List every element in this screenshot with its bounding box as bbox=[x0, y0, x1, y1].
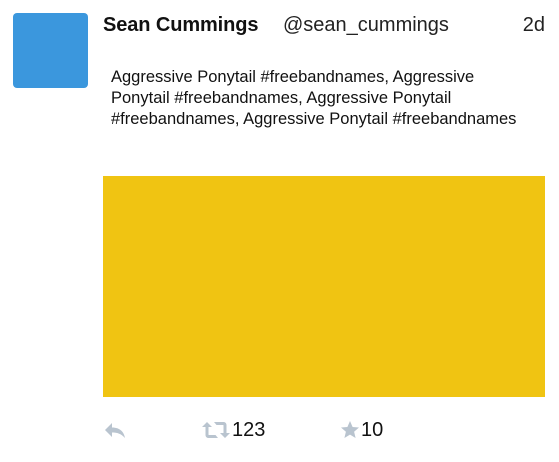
retweet-button[interactable]: 123 bbox=[201, 415, 265, 445]
star-icon bbox=[340, 420, 360, 440]
tweet-text: Aggressive Ponytail #freebandnames, Aggr… bbox=[111, 68, 517, 128]
retweet-count: 123 bbox=[232, 418, 266, 441]
author-handle[interactable]: @sean_cummings bbox=[283, 14, 449, 37]
tweet-card: Sean Cummings @sean_cummings 2d Aggressi… bbox=[0, 0, 559, 462]
avatar[interactable] bbox=[13, 13, 88, 88]
tweet-timestamp[interactable]: 2d bbox=[523, 14, 545, 37]
tweet-media[interactable] bbox=[103, 176, 545, 397]
tweet-actions: 123 10 bbox=[103, 415, 545, 445]
reply-icon bbox=[103, 420, 127, 440]
favorite-count: 10 bbox=[361, 418, 384, 441]
favorite-button[interactable]: 10 bbox=[340, 415, 383, 445]
tweet-header: Sean Cummings @sean_cummings 2d bbox=[103, 13, 545, 41]
retweet-icon bbox=[201, 420, 231, 440]
reply-button[interactable] bbox=[103, 415, 127, 445]
author-name[interactable]: Sean Cummings bbox=[103, 14, 259, 37]
